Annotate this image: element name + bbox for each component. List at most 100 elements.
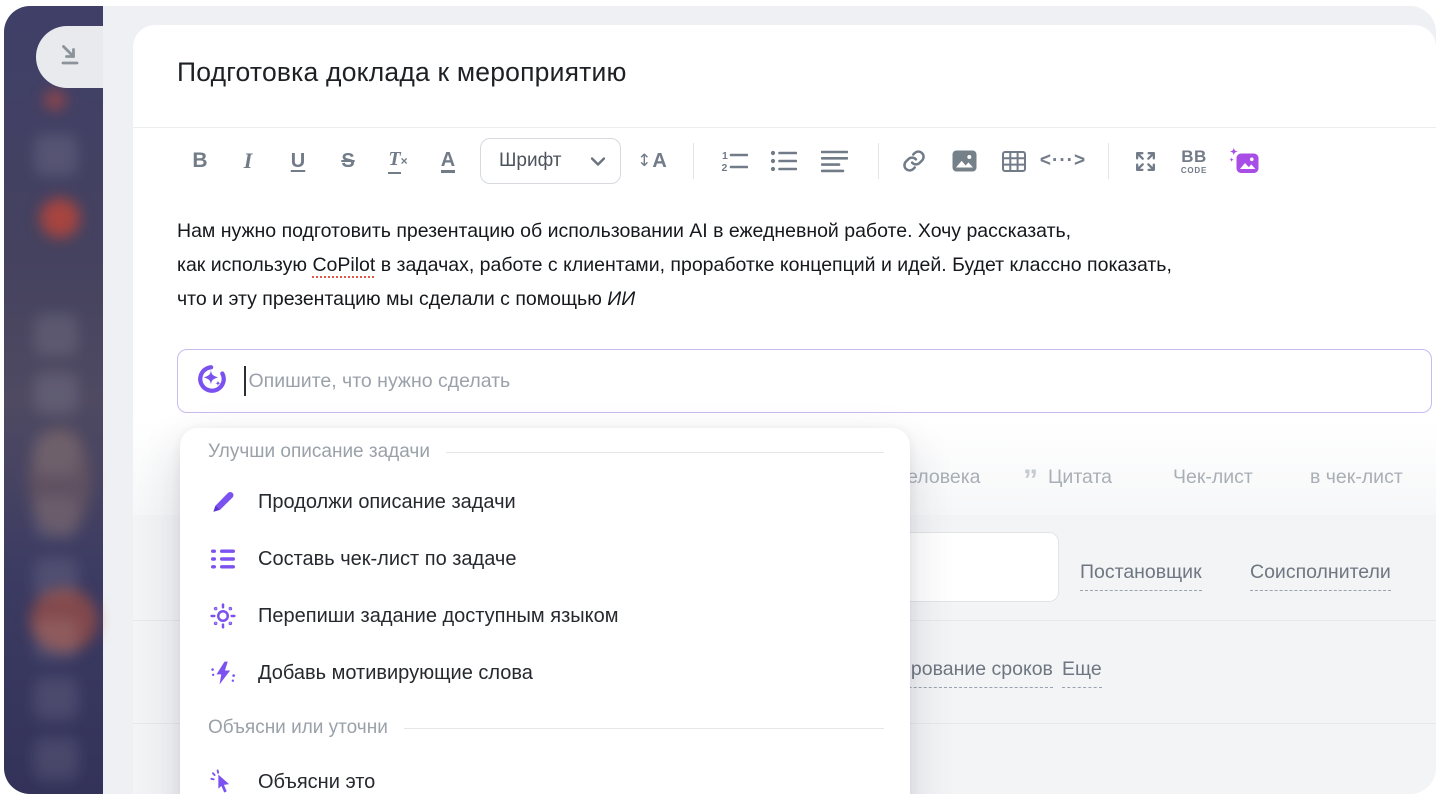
more-link[interactable]: Еще bbox=[1062, 658, 1102, 688]
sun-icon bbox=[210, 603, 236, 629]
text-color-label: A bbox=[441, 150, 455, 173]
text-caret bbox=[244, 366, 246, 396]
underline-button[interactable]: U bbox=[285, 138, 311, 184]
quote-icon: ” bbox=[1023, 471, 1038, 491]
strikethrough-button[interactable]: S bbox=[335, 138, 361, 184]
bold-label: B bbox=[192, 149, 207, 173]
menu-section-explain: Объясни или уточни bbox=[208, 714, 884, 742]
menu-item-rewrite-simple[interactable]: Перепиши задание доступным языком bbox=[180, 588, 910, 644]
ai-image-button[interactable] bbox=[1227, 138, 1261, 184]
copilot-actions-menu: Улучши описание задачи Продолжи описание… bbox=[180, 428, 910, 794]
misspelled-word: CoPilot bbox=[312, 254, 375, 276]
description-line-2: как использую bbox=[177, 254, 312, 276]
menu-item-add-motivation[interactable]: Добавь мотивирующие слова bbox=[180, 645, 910, 701]
menu-section-improve: Улучши описание задачи bbox=[208, 438, 884, 466]
notification-blob bbox=[40, 198, 80, 238]
cursor-click-icon bbox=[210, 769, 236, 794]
collapse-icon bbox=[55, 40, 85, 75]
menu-item-explain-this[interactable]: Объясни это bbox=[180, 754, 910, 794]
description-line-2b: в задачах, работе с клиентами, проработк… bbox=[375, 254, 1172, 276]
font-size-letter: A bbox=[652, 150, 666, 173]
task-panel: Подготовка доклада к мероприятию B I U S… bbox=[133, 25, 1436, 794]
menu-item-make-checklist[interactable]: Составь чек-лист по задаче bbox=[180, 531, 910, 587]
svg-text:1: 1 bbox=[722, 150, 728, 162]
clear-format-button[interactable]: T× bbox=[383, 138, 413, 184]
quote-label: Цитата bbox=[1048, 466, 1112, 489]
menu-item-label: Составь чек-лист по задаче bbox=[258, 548, 516, 571]
numbered-list-icon: 1 2 bbox=[721, 149, 748, 173]
italic-button[interactable]: I bbox=[236, 138, 260, 184]
menu-item-continue-description[interactable]: Продолжи описание задачи bbox=[180, 474, 910, 530]
sidebar-icon bbox=[34, 738, 78, 780]
numbered-list-button[interactable]: 1 2 bbox=[718, 138, 750, 184]
sidebar-icon bbox=[34, 678, 78, 720]
insert-table-button[interactable] bbox=[999, 138, 1028, 184]
sidebar bbox=[4, 6, 103, 794]
sidebar-icon bbox=[34, 372, 78, 414]
app-frame: Подготовка доклада к мероприятию B I U S… bbox=[4, 6, 1436, 794]
bold-button[interactable]: B bbox=[187, 138, 213, 184]
description-line-3: что и эту презентацию мы сделали с помощ… bbox=[177, 288, 607, 310]
strikethrough-label: S bbox=[341, 150, 354, 173]
sidebar-icon bbox=[34, 134, 78, 176]
sidebar-haze bbox=[28, 426, 92, 536]
divider bbox=[133, 127, 1436, 128]
ai-image-sparkle-icon bbox=[1229, 147, 1260, 176]
section-title: Объясни или уточни bbox=[208, 717, 388, 739]
bbcode-top-label: BB bbox=[1181, 148, 1207, 165]
align-left-button[interactable] bbox=[817, 138, 851, 184]
co-executors-label: Соисполнители bbox=[1250, 561, 1391, 583]
bbcode-icon: BB CODE bbox=[1181, 148, 1207, 175]
font-size-button[interactable]: ↕A bbox=[634, 138, 670, 184]
toolbar-divider bbox=[693, 143, 694, 179]
checklist-button[interactable]: Чек-лист bbox=[1173, 462, 1253, 492]
table-icon bbox=[1002, 151, 1026, 172]
menu-item-label: Объясни это bbox=[258, 771, 375, 794]
font-family-select[interactable]: Шрифт bbox=[480, 138, 621, 184]
bullet-list-button[interactable] bbox=[767, 138, 799, 184]
more-label: Еще bbox=[1062, 658, 1102, 680]
sidebar-icon bbox=[34, 314, 78, 356]
co-executors-link[interactable]: Соисполнители bbox=[1250, 561, 1391, 591]
copilot-prompt-input[interactable] bbox=[177, 349, 1432, 413]
sidebar-blurred-icons bbox=[4, 6, 103, 794]
underline-label: U bbox=[291, 150, 305, 173]
toolbar-divider bbox=[1108, 143, 1109, 179]
insert-image-button[interactable] bbox=[949, 138, 979, 184]
text-color-button[interactable]: A bbox=[435, 138, 461, 184]
bbcode-button[interactable]: BB CODE bbox=[1175, 138, 1213, 184]
clear-format-t: T bbox=[388, 148, 400, 174]
menu-item-label: Добавь мотивирующие слова bbox=[258, 662, 533, 685]
to-checklist-button[interactable]: в чек-лист bbox=[1310, 462, 1403, 492]
image-icon bbox=[952, 150, 977, 172]
to-checklist-label: в чек-лист bbox=[1310, 466, 1403, 489]
code-icon: <···> bbox=[1040, 150, 1086, 172]
checklist-label: Чек-лист bbox=[1173, 466, 1253, 489]
copilot-text-field[interactable] bbox=[249, 370, 1432, 393]
fullscreen-button[interactable] bbox=[1129, 138, 1161, 184]
notification-dot bbox=[44, 90, 66, 110]
assigner-link[interactable]: Постановщик bbox=[1080, 561, 1202, 591]
description-emphasis: ИИ bbox=[607, 288, 635, 310]
menu-item-label: Перепиши задание доступным языком bbox=[258, 605, 618, 628]
link-icon bbox=[901, 148, 927, 174]
section-title: Улучши описание задачи bbox=[208, 441, 430, 463]
lightning-icon bbox=[210, 660, 236, 686]
bullet-list-icon bbox=[770, 149, 797, 173]
chevron-down-icon bbox=[591, 150, 605, 172]
quote-button[interactable]: ” Цитата bbox=[1023, 462, 1112, 492]
menu-item-label: Продолжи описание задачи bbox=[258, 491, 516, 514]
checklist-icon bbox=[210, 546, 236, 572]
toolbar-divider bbox=[878, 143, 879, 179]
insert-code-button[interactable]: <···> bbox=[1041, 138, 1085, 184]
sidebar-collapse-button[interactable] bbox=[36, 26, 103, 88]
assigner-label: Постановщик bbox=[1080, 561, 1202, 583]
insert-link-button[interactable] bbox=[898, 138, 930, 184]
task-title: Подготовка доклада к мероприятию bbox=[177, 57, 627, 88]
font-size-arrow-icon: ↕ bbox=[637, 151, 651, 171]
clear-format-x: × bbox=[401, 154, 408, 168]
pen-icon bbox=[210, 489, 236, 515]
task-description[interactable]: Нам нужно подготовить презентацию об исп… bbox=[177, 214, 1436, 316]
description-line-1: Нам нужно подготовить презентацию об исп… bbox=[177, 220, 1071, 242]
bbcode-bottom-label: CODE bbox=[1181, 167, 1207, 175]
